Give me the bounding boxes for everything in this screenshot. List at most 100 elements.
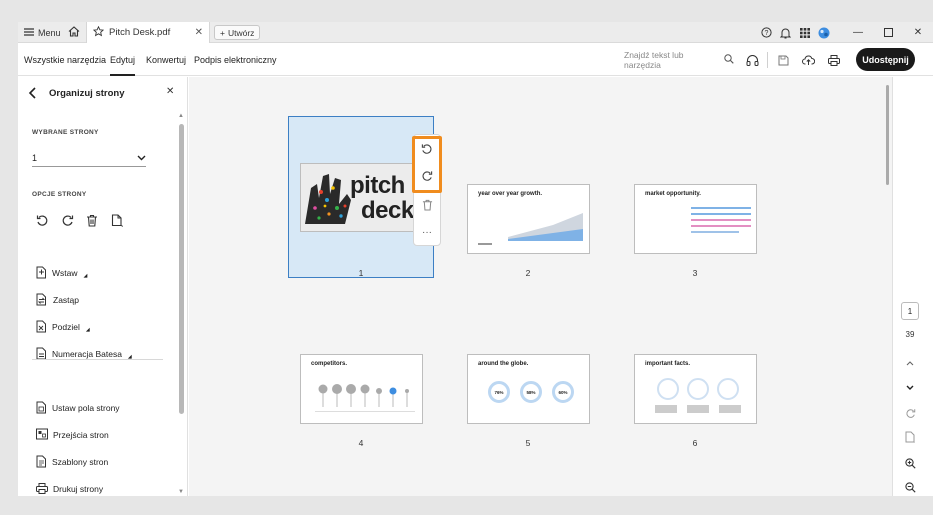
chevron-down-icon <box>137 153 146 163</box>
title-bar: Menu Pitch Desk.pdf ✕ + Utwórz ? — ✕ <box>18 22 933 43</box>
fact-captions <box>655 405 745 413</box>
cover-text-pitch: pitch <box>350 172 405 199</box>
search-placeholder: Znajdź tekst lub narzędzia <box>624 50 684 70</box>
plus-icon: + <box>220 27 225 38</box>
save-icon[interactable] <box>774 51 792 69</box>
page-thumbnail-1[interactable]: pitch deck <box>300 163 421 232</box>
organize-pages-panel: Organizuj strony ✕ WYBRANE STRONY 1 OPCJ… <box>18 77 188 496</box>
slide-footer-line <box>478 243 492 245</box>
trash-icon[interactable] <box>419 197 435 213</box>
chevron-down-icon[interactable] <box>901 379 919 395</box>
selected-pages-dropdown[interactable]: 1 <box>32 149 146 167</box>
apps-grid-icon[interactable] <box>795 22 814 43</box>
fact-ring-1 <box>657 378 679 400</box>
panel-scrollbar[interactable]: ▲ ▼ <box>178 111 185 496</box>
rotate-left-icon[interactable] <box>419 141 435 157</box>
cloud-upload-icon[interactable] <box>799 51 817 69</box>
page-view-icon[interactable] <box>901 429 919 445</box>
home-icon <box>68 26 80 39</box>
replace-pages-item[interactable]: Zastąp <box>36 292 79 308</box>
split-page-icon <box>36 320 47 335</box>
stat-ring-3: 60% <box>552 381 574 403</box>
star-icon[interactable] <box>92 25 105 40</box>
tab-convert[interactable]: Konwertuj <box>146 43 186 76</box>
document-tab[interactable]: Pitch Desk.pdf ✕ <box>86 22 210 43</box>
page-number-1: 1 <box>358 268 364 278</box>
page-boxes-icon <box>36 401 47 416</box>
zoom-in-icon[interactable] <box>901 455 919 471</box>
page-number-2: 2 <box>525 268 531 278</box>
trash-icon[interactable] <box>84 212 100 228</box>
split-pages-label: Podziel <box>52 322 80 332</box>
extract-pages-icon[interactable] <box>109 212 125 228</box>
selected-pages-label: WYBRANE STRONY <box>32 129 99 136</box>
fact-ring-2 <box>687 378 709 400</box>
page-transitions-item[interactable]: Przejścia stron <box>36 427 109 443</box>
page-number-5: 5 <box>525 438 531 448</box>
slide-title-3: market opportunity. <box>645 191 701 197</box>
print-pages-item[interactable]: Drukuj strony <box>36 481 103 496</box>
help-icon[interactable]: ? <box>757 22 776 43</box>
search-icon <box>724 54 734 66</box>
stat-ring-1: 76% <box>488 381 510 403</box>
rotate-view-icon[interactable] <box>901 405 919 421</box>
page-transitions-label: Przejścia stron <box>53 430 109 440</box>
cover-text-deck: deck <box>361 197 414 224</box>
page-thumbnail-4[interactable]: competitors. <box>300 354 423 424</box>
rotate-left-icon[interactable] <box>34 212 50 228</box>
page-thumbnail-6[interactable]: important facts. <box>634 354 757 424</box>
right-rail: 1 39 <box>892 77 933 496</box>
tab-e-signature[interactable]: Podpis elektroniczny <box>194 43 277 76</box>
share-button[interactable]: Udostępnij <box>856 48 915 71</box>
search-input[interactable]: Znajdź tekst lub narzędzia <box>624 50 734 70</box>
bell-icon[interactable] <box>776 22 795 43</box>
page-number-6: 6 <box>692 438 698 448</box>
minimize-icon[interactable]: — <box>843 22 873 43</box>
stat-ring-2: 58% <box>520 381 542 403</box>
submenu-arrow-icon: ◢ <box>85 327 90 333</box>
panel-scroll-thumb[interactable] <box>179 124 184 414</box>
close-tab-icon[interactable]: ✕ <box>195 27 203 38</box>
insert-pages-item[interactable]: Wstaw ◢ <box>36 265 87 281</box>
current-page-input[interactable]: 1 <box>901 302 919 320</box>
rotate-right-icon[interactable] <box>419 168 435 184</box>
page-thumbnail-3[interactable]: market opportunity. <box>634 184 757 254</box>
window-close-icon[interactable]: ✕ <box>903 22 933 43</box>
scroll-down-arrow-icon[interactable]: ▼ <box>178 489 184 495</box>
menu-button[interactable]: Menu <box>24 22 61 43</box>
set-page-boxes-item[interactable]: Ustaw pola strony <box>36 400 120 416</box>
stat-value-1: 76% <box>494 389 504 395</box>
zoom-out-icon[interactable] <box>901 479 919 495</box>
split-pages-item[interactable]: Podziel ◢ <box>36 319 90 335</box>
replace-page-icon <box>36 293 48 308</box>
page-templates-item[interactable]: Szablony stron <box>36 454 108 470</box>
user-avatar-icon[interactable] <box>814 22 833 43</box>
toolbar-divider <box>767 52 768 68</box>
stat-value-3: 60% <box>558 389 568 395</box>
panel-close-icon[interactable]: ✕ <box>166 86 174 97</box>
chevron-up-icon[interactable] <box>901 355 919 371</box>
new-tab-button[interactable]: + Utwórz <box>214 25 261 40</box>
main-scrollbar[interactable] <box>886 85 889 185</box>
maximize-icon[interactable] <box>873 22 903 43</box>
page-number-3: 3 <box>692 268 698 278</box>
page-thumbnail-5[interactable]: around the globe. 76% 58% 60% <box>467 354 590 424</box>
back-arrow-icon[interactable] <box>28 86 38 104</box>
read-aloud-icon[interactable] <box>743 51 761 69</box>
more-options-icon[interactable]: ··· <box>419 224 435 240</box>
tab-edit[interactable]: Edytuj <box>110 43 136 76</box>
scroll-up-arrow-icon[interactable]: ▲ <box>178 113 184 119</box>
stat-value-2: 58% <box>526 389 536 395</box>
insert-pages-label: Wstaw <box>52 268 78 278</box>
tab-all-tools[interactable]: Wszystkie narzędzia <box>24 43 106 76</box>
page-number-4: 4 <box>358 438 364 448</box>
print-icon[interactable] <box>825 51 843 69</box>
page-thumbnail-2[interactable]: year over year growth. <box>467 184 590 254</box>
market-dots-graphic <box>691 207 751 233</box>
panel-title: Organizuj strony <box>49 88 125 99</box>
document-tab-title: Pitch Desk.pdf <box>109 27 171 38</box>
home-button[interactable] <box>68 22 80 43</box>
titlebar-right-group: ? — ✕ <box>757 22 933 43</box>
svg-text:?: ? <box>765 30 769 37</box>
rotate-right-icon[interactable] <box>59 212 75 228</box>
